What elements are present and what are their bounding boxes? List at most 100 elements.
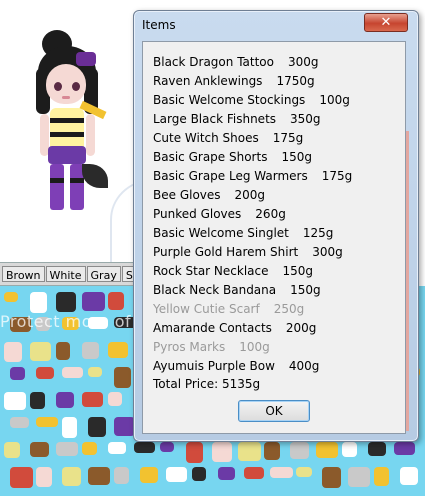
color-button-brown[interactable]: Brown <box>2 266 45 282</box>
item-name: Purple Gold Harem Shirt <box>153 245 299 259</box>
ok-button[interactable]: OK <box>238 400 310 422</box>
item-row: Basic Welcome Stockings 100g <box>153 92 350 108</box>
clothing-item-thumbnail[interactable] <box>114 467 129 484</box>
clothing-item-thumbnail[interactable] <box>62 367 83 378</box>
clothing-item-thumbnail[interactable] <box>212 442 232 462</box>
item-price: 100g <box>239 340 270 354</box>
clothing-item-thumbnail[interactable] <box>394 442 415 455</box>
item-row: Basic Grape Shorts 150g <box>153 149 312 165</box>
clothing-item-thumbnail[interactable] <box>290 442 309 459</box>
clothing-item-thumbnail[interactable] <box>56 442 78 456</box>
clothing-item-thumbnail[interactable] <box>160 442 174 452</box>
item-row: Basic Grape Leg Warmers 175g <box>153 168 352 184</box>
clothing-item-thumbnail[interactable] <box>166 467 187 482</box>
clothing-item-thumbnail[interactable] <box>192 467 206 481</box>
color-button-gray[interactable]: Gray <box>86 266 121 282</box>
doll-avatar <box>28 28 114 218</box>
clothing-item-thumbnail[interactable] <box>244 467 264 479</box>
dialog-client-area: Black Dragon Tattoo 300g Raven Anklewings 1… <box>142 41 406 434</box>
clothing-item-thumbnail[interactable] <box>30 342 51 361</box>
clothing-item-thumbnail[interactable] <box>82 292 105 311</box>
dialog-titlebar[interactable]: Items ✕ <box>134 11 418 39</box>
item-price: 100g <box>319 93 350 107</box>
clothing-item-thumbnail[interactable] <box>4 442 20 458</box>
item-row: Yellow Cutie Scarf 250g <box>153 301 304 317</box>
item-row: Black Neck Bandana 150g <box>153 282 321 298</box>
item-price: 1750g <box>276 74 315 88</box>
item-price: 350g <box>290 112 321 126</box>
item-row: Rock Star Necklace 150g <box>153 263 313 279</box>
item-price: 175g <box>272 131 304 145</box>
clothing-item-thumbnail[interactable] <box>400 467 418 485</box>
clothing-item-thumbnail[interactable] <box>62 467 81 486</box>
clothing-item-thumbnail[interactable] <box>134 442 155 453</box>
clothing-item-thumbnail[interactable] <box>36 467 52 487</box>
clothing-item-thumbnail[interactable] <box>10 417 29 428</box>
item-row: Ayumuis Purple Bow 400g <box>153 358 319 374</box>
item-name: Basic Grape Leg Warmers <box>153 169 308 183</box>
clothing-item-thumbnail[interactable] <box>30 442 49 457</box>
color-button-white[interactable]: White <box>45 266 86 282</box>
clothing-item-thumbnail[interactable] <box>368 442 386 456</box>
item-name: Amarande Contacts <box>153 321 272 335</box>
clothing-item-thumbnail[interactable] <box>88 417 106 437</box>
clothing-item-thumbnail[interactable] <box>4 392 26 410</box>
clothing-item-thumbnail[interactable] <box>82 342 99 359</box>
item-name: Basic Welcome Singlet <box>153 226 289 240</box>
item-row: Black Dragon Tattoo 300g <box>153 54 319 70</box>
clothing-item-thumbnail[interactable] <box>316 442 338 458</box>
item-name: Black Neck Bandana <box>153 283 277 297</box>
clothing-item-thumbnail[interactable] <box>238 442 261 461</box>
clothing-item-thumbnail[interactable] <box>114 367 131 388</box>
item-row: Pyros Marks 100g <box>153 339 270 355</box>
clothing-item-thumbnail[interactable] <box>108 342 128 358</box>
clothing-item-thumbnail[interactable] <box>88 367 102 377</box>
item-name: Ayumuis Purple Bow <box>153 359 275 373</box>
item-row: Raven Anklewings 1750g <box>153 73 315 89</box>
item-price: 150g <box>290 283 321 297</box>
clothing-item-thumbnail[interactable] <box>56 292 76 312</box>
clothing-item-thumbnail[interactable] <box>56 342 70 360</box>
item-name: Basic Welcome Stockings <box>153 93 306 107</box>
clothing-item-thumbnail[interactable] <box>10 367 25 380</box>
clothing-item-thumbnail[interactable] <box>322 467 341 488</box>
clothing-item-thumbnail[interactable] <box>82 442 97 455</box>
clothing-item-thumbnail[interactable] <box>36 367 54 379</box>
clothing-item-thumbnail[interactable] <box>108 392 122 406</box>
item-price: 150g <box>281 150 312 164</box>
clothing-item-thumbnail[interactable] <box>140 467 158 483</box>
clothing-item-thumbnail[interactable] <box>186 442 203 463</box>
clothing-item-thumbnail[interactable] <box>270 467 293 478</box>
item-row: Amarande Contacts 200g <box>153 320 316 336</box>
clothing-item-thumbnail[interactable] <box>30 292 47 313</box>
clothing-item-thumbnail[interactable] <box>108 442 126 454</box>
item-price: 175g <box>321 169 353 183</box>
clothing-item-thumbnail[interactable] <box>62 417 77 438</box>
clothing-item-thumbnail[interactable] <box>10 467 33 488</box>
clothing-item-thumbnail[interactable] <box>348 467 370 487</box>
clothing-item-thumbnail[interactable] <box>82 392 103 407</box>
clothing-item-thumbnail[interactable] <box>88 467 110 485</box>
close-button[interactable]: ✕ <box>364 13 408 32</box>
clothing-item-thumbnail[interactable] <box>4 342 22 362</box>
clothing-item-thumbnail[interactable] <box>108 292 124 310</box>
clothing-item-thumbnail[interactable] <box>342 442 357 457</box>
total-price: Total Price: 5135g <box>153 377 261 391</box>
clothing-item-thumbnail[interactable] <box>56 392 74 408</box>
item-name: Basic Grape Shorts <box>153 150 268 164</box>
clothing-item-thumbnail[interactable] <box>264 442 280 460</box>
item-price: 150g <box>282 264 314 278</box>
clothing-item-thumbnail[interactable] <box>374 467 389 486</box>
item-name: Yellow Cutie Scarf <box>153 302 260 316</box>
item-row: Large Black Fishnets 350g <box>153 111 321 127</box>
item-name: Raven Anklewings <box>153 74 263 88</box>
clothing-item-thumbnail[interactable] <box>30 392 45 409</box>
item-price: 200g <box>285 321 317 335</box>
item-name: Cute Witch Shoes <box>153 131 259 145</box>
clothing-item-thumbnail[interactable] <box>114 417 135 436</box>
clothing-item-thumbnail[interactable] <box>218 467 235 480</box>
clothing-item-thumbnail[interactable] <box>296 467 312 477</box>
clothing-item-thumbnail[interactable] <box>4 292 18 302</box>
clothing-item-thumbnail[interactable] <box>36 417 58 427</box>
item-row: Purple Gold Harem Shirt 300g <box>153 244 343 260</box>
